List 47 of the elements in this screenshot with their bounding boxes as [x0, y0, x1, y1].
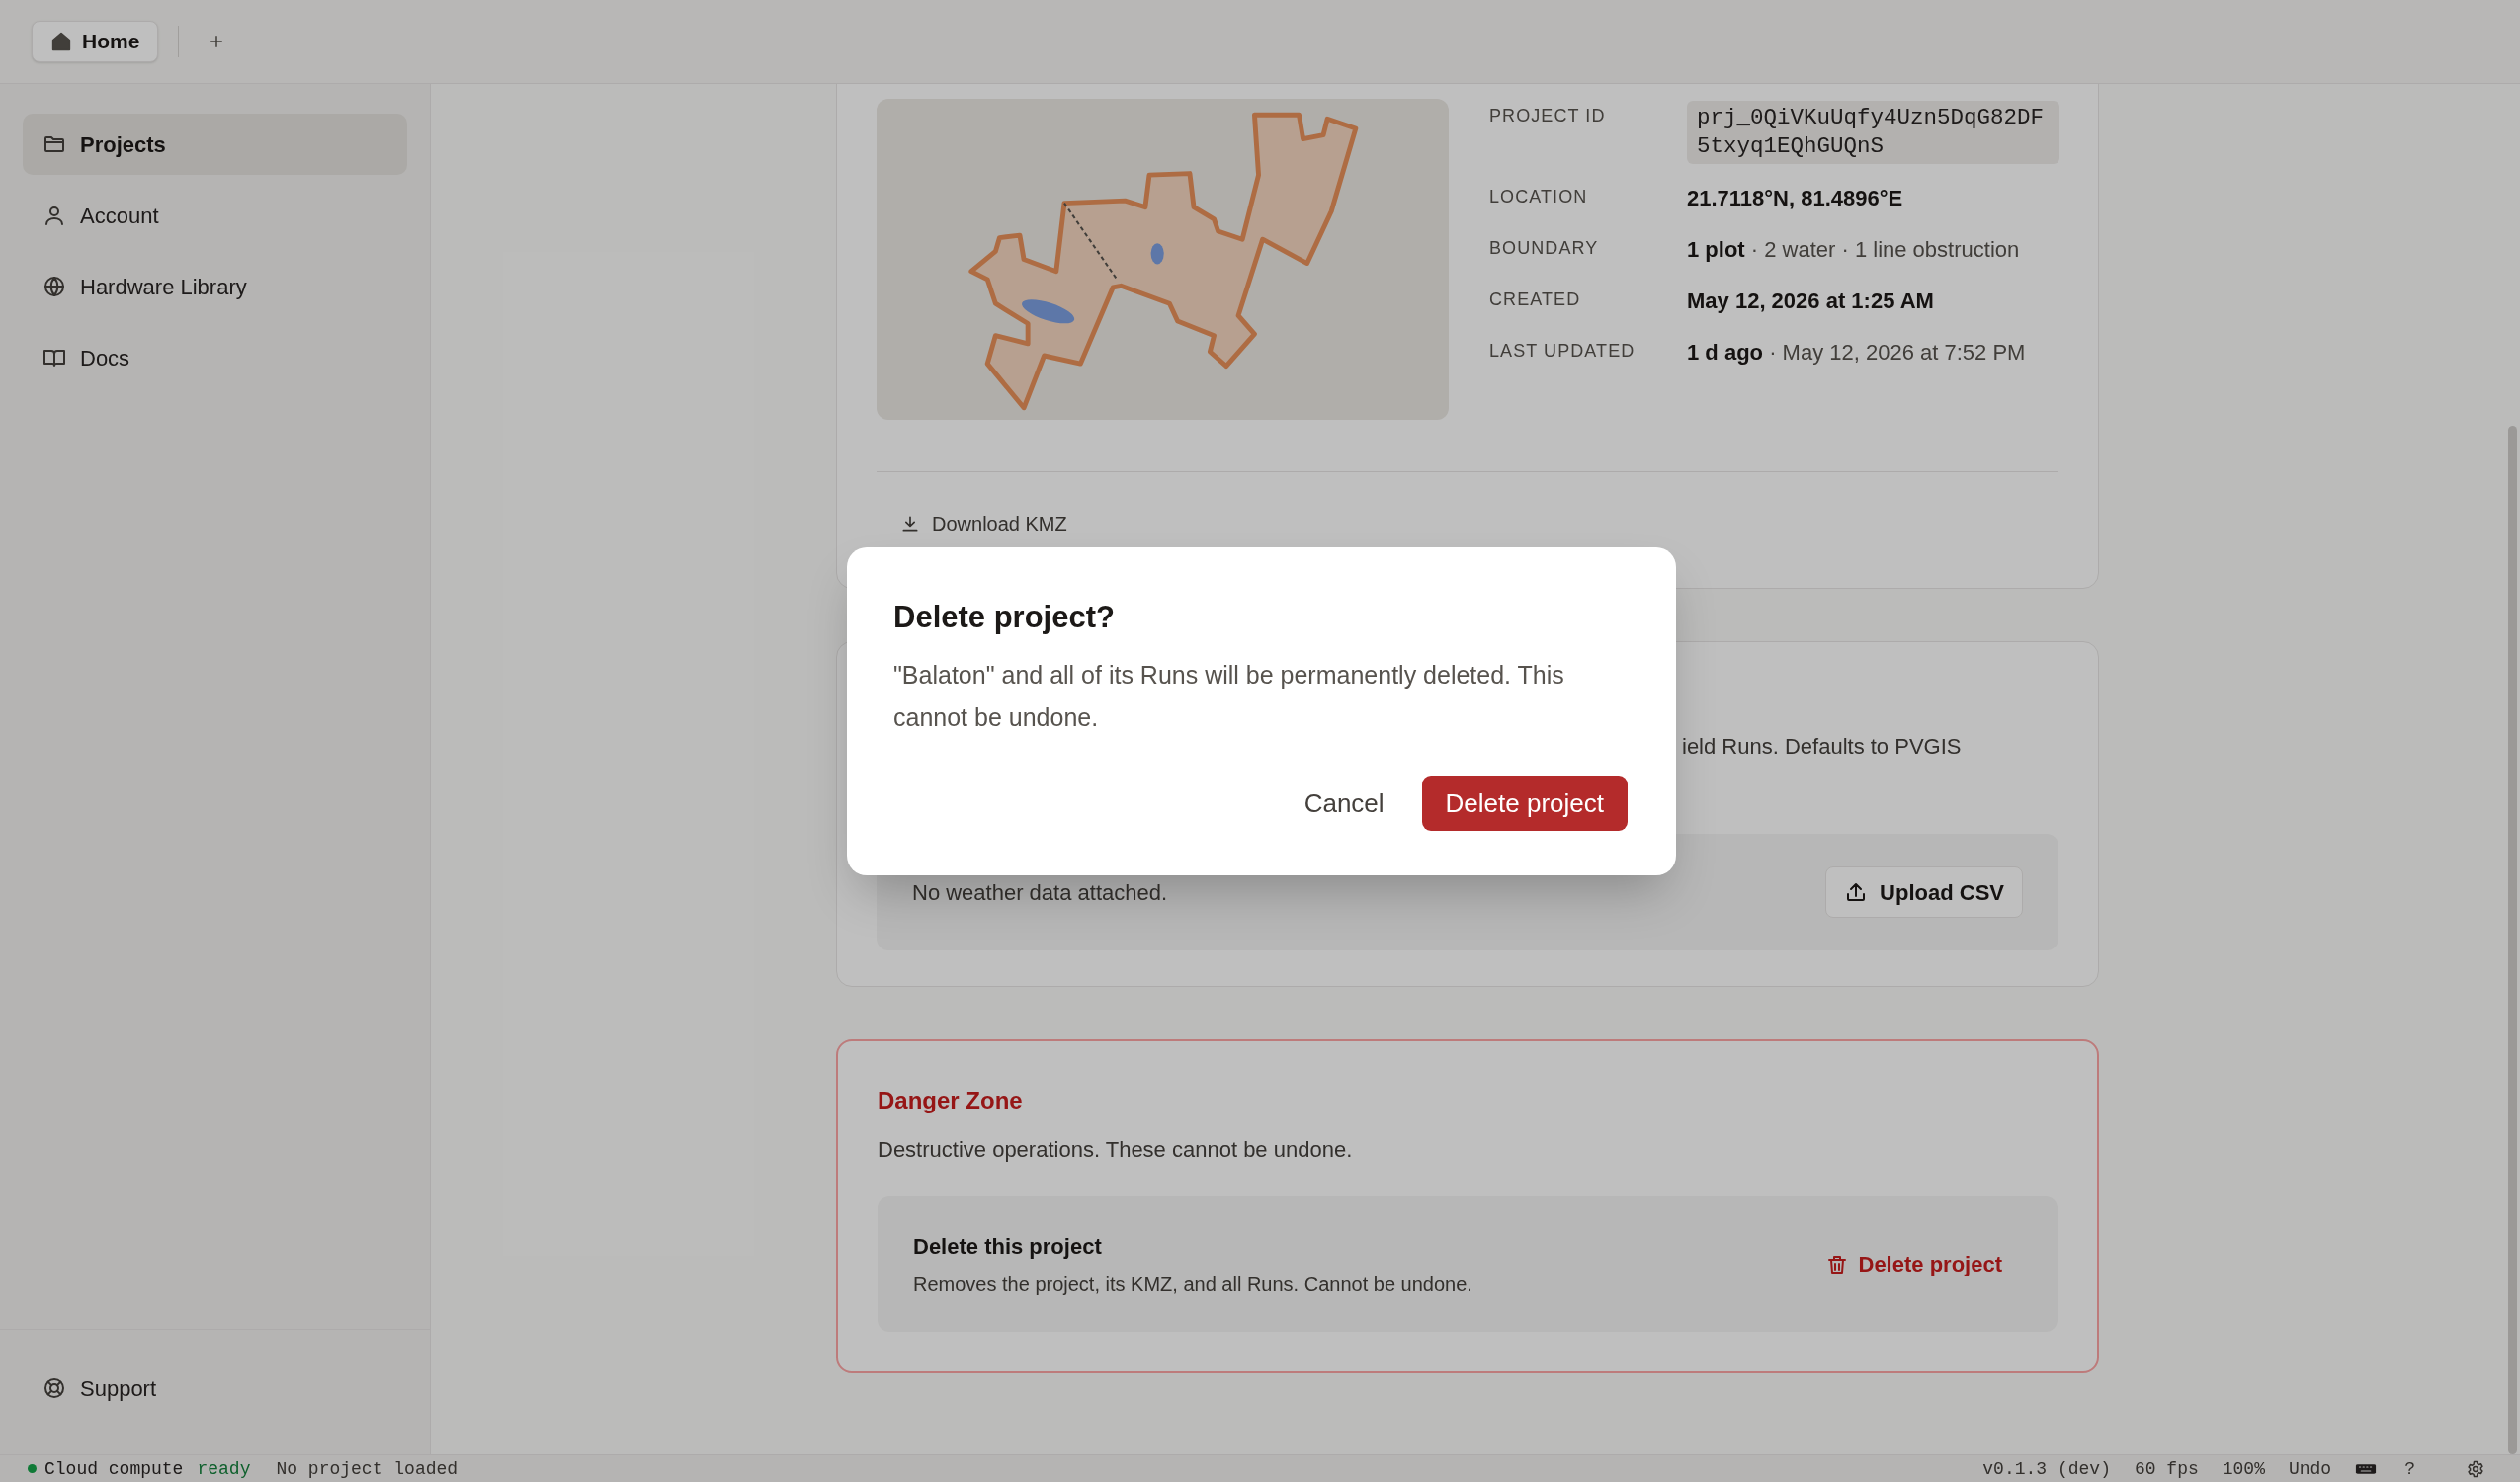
field-value: 21.7118°N, 81.4896°E [1687, 185, 1904, 212]
status-text: Undo [2288, 1457, 2332, 1481]
delete-project-button[interactable]: Delete project [1805, 1240, 2022, 1288]
empty-message: No weather data attached. [912, 878, 1168, 907]
water-area [1022, 299, 1075, 324]
field-label: LAST UPDATED [1489, 340, 1637, 363]
scrollbar-thumb[interactable] [2508, 426, 2517, 1454]
person-icon [42, 204, 66, 227]
sidebar-item[interactable]: Projects [23, 114, 407, 175]
sidebar-item[interactable]: Account [23, 185, 407, 246]
action-description: Removes the project, its KMZ, and all Runs. Cannot be undone. [913, 1272, 1472, 1297]
upload-csv-button[interactable]: Upload CSV [1825, 866, 2023, 918]
download-icon [900, 514, 920, 534]
dialog-title: Delete project? [893, 599, 1116, 636]
status-text: v0.1.3 (dev) [1982, 1457, 2111, 1481]
dialog-message: "Balaton" and all of its Runs will be permanently deleted. This cannot be undone. [893, 660, 1565, 733]
field-label: PROJECT ID [1489, 105, 1607, 127]
field-label: BOUNDARY [1489, 237, 1600, 260]
section-description: Destructive operations. These cannot be undone. [878, 1136, 1354, 1164]
cancel-button[interactable]: Cancel [1290, 776, 1398, 831]
tab[interactable]: Home [32, 21, 159, 62]
project-id-value: prj_0QiVKuUqfy4Uzn5DqG82DF5txyq1EQhGUQnS [1687, 101, 2059, 164]
settings-icon [2467, 1459, 2484, 1478]
status-text: 100% [2222, 1457, 2265, 1481]
field-value: 1 plot · 2 water · 1 line obstruction [1687, 236, 2021, 264]
weather-description: ield Runs. Defaults to PVGIS [1682, 733, 1962, 761]
status-value: ready [197, 1457, 251, 1481]
download-kmz-button[interactable]: Download KMZ [877, 504, 1083, 543]
status-text: No project loaded [276, 1457, 459, 1481]
globe-icon [42, 275, 66, 298]
sidebar-item[interactable]: Hardware Library [23, 256, 407, 317]
field-value: May 12, 2026 at 1:25 AM [1687, 288, 1935, 315]
action-title: Delete this project [913, 1232, 1103, 1261]
lifebuoy-icon [42, 1376, 66, 1400]
sidebar-item[interactable]: Docs [23, 327, 407, 388]
status-text: Cloud compute [44, 1457, 184, 1481]
home-icon [50, 31, 72, 52]
water-area [1150, 243, 1164, 265]
sidebar-item[interactable]: Support [23, 1358, 407, 1419]
section-title: Danger Zone [878, 1086, 1024, 1115]
status-text: 60 fps [2134, 1457, 2199, 1481]
confirm-delete-button[interactable]: Delete project [1421, 776, 1628, 831]
field-label: CREATED [1489, 288, 1582, 311]
field-label: LOCATION [1489, 186, 1589, 208]
field-value: 1 d ago · May 12, 2026 at 7:52 PM [1687, 339, 2027, 367]
settings-button[interactable] [2467, 1459, 2484, 1478]
help-button[interactable]: ? [2400, 1455, 2419, 1482]
